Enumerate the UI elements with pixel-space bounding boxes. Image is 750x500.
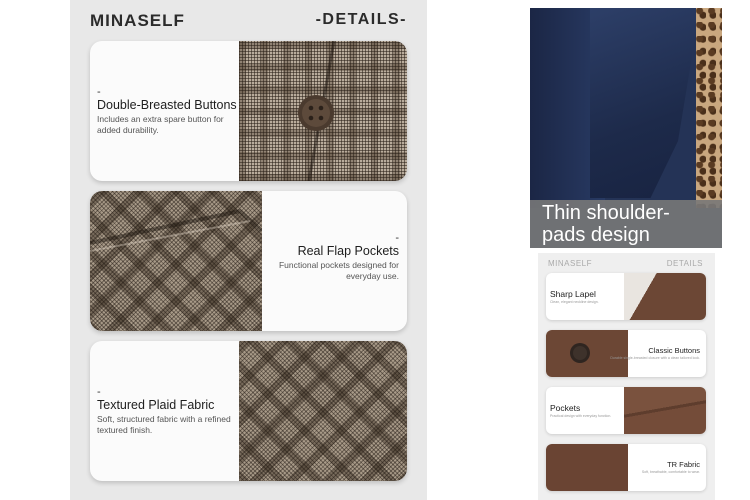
dash-mark: - [395,232,399,244]
button-image [546,330,628,377]
detail-card-title: Double-Breasted Buttons [97,98,237,112]
detail-card-fabric: - Textured Plaid Fabric Soft, structured… [90,341,407,481]
plaid-details-panel: MINASELF -DETAILS- - Double-Breasted But… [70,0,427,500]
detail-card-title: Real Flap Pockets [297,244,399,258]
detail-card-buttons: - Double-Breasted Buttons Includes an ex… [90,41,407,181]
mini-brand-logo: MINASELF [548,259,593,268]
mini-card-pockets: Pockets Practical design with everyday f… [546,387,706,434]
mini-card-lapel: Sharp Lapel Clean, elegant neckline desi… [546,273,706,320]
mini-card-desc: Practical design with everyday function. [550,414,612,418]
mini-card-title: Pockets [550,403,581,413]
navy-blazer-photo: Thin shoulder-pads design [530,8,722,248]
mini-card-desc: Clean, elegant neckline design. [550,300,599,304]
photo-caption: Thin shoulder-pads design [530,200,722,248]
detail-card-text: - Real Flap Pockets Functional pockets d… [249,233,399,282]
fabric-image [546,444,628,491]
dash-mark: - [97,386,101,398]
detail-card-desc: Includes an extra spare button for added… [97,114,224,135]
mini-card-fabric: TR Fabric Soft, breathable, comfortable … [546,444,706,491]
details-heading: -DETAILS- [315,11,407,28]
mini-card-buttons: Classic Buttons Durable single-breasted … [546,330,706,377]
pocket-closeup-image [90,191,264,331]
button-closeup-image [239,41,407,181]
detail-card-desc: Soft, structured fabric with a refined t… [97,414,231,435]
mini-card-title: TR Fabric [667,460,700,469]
pocket-flap-shape [90,208,264,252]
button-icon [570,343,590,363]
brown-details-panel: MINASELF DETAILS Sharp Lapel Clean, eleg… [538,253,715,500]
mini-card-desc: Durable single-breasted closure with a c… [610,356,700,360]
detail-card-pockets: - Real Flap Pockets Functional pockets d… [90,191,407,331]
pocket-image [624,387,706,434]
detail-card-desc: Functional pockets designed for everyday… [278,260,399,281]
mini-card-desc: Soft, breathable, comfortable to wear. [641,470,700,474]
lapel-image [624,273,706,320]
leopard-lining-pattern [696,8,722,208]
fabric-closeup-image [239,341,407,481]
brand-logo: MINASELF [90,11,185,30]
product-detail-collage: MINASELF -DETAILS- - Double-Breasted But… [0,0,750,500]
dash-mark: - [97,86,101,98]
detail-card-text: - Textured Plaid Fabric Soft, structured… [97,387,247,436]
mini-details-heading: DETAILS [666,259,703,268]
blazer-lapel-shape [590,8,700,198]
detail-card-text: - Double-Breasted Buttons Includes an ex… [97,87,247,136]
detail-card-title: Textured Plaid Fabric [97,398,215,412]
mini-card-title: Sharp Lapel [550,289,596,299]
mini-card-title: Classic Buttons [648,346,700,355]
button-icon [298,41,336,181]
